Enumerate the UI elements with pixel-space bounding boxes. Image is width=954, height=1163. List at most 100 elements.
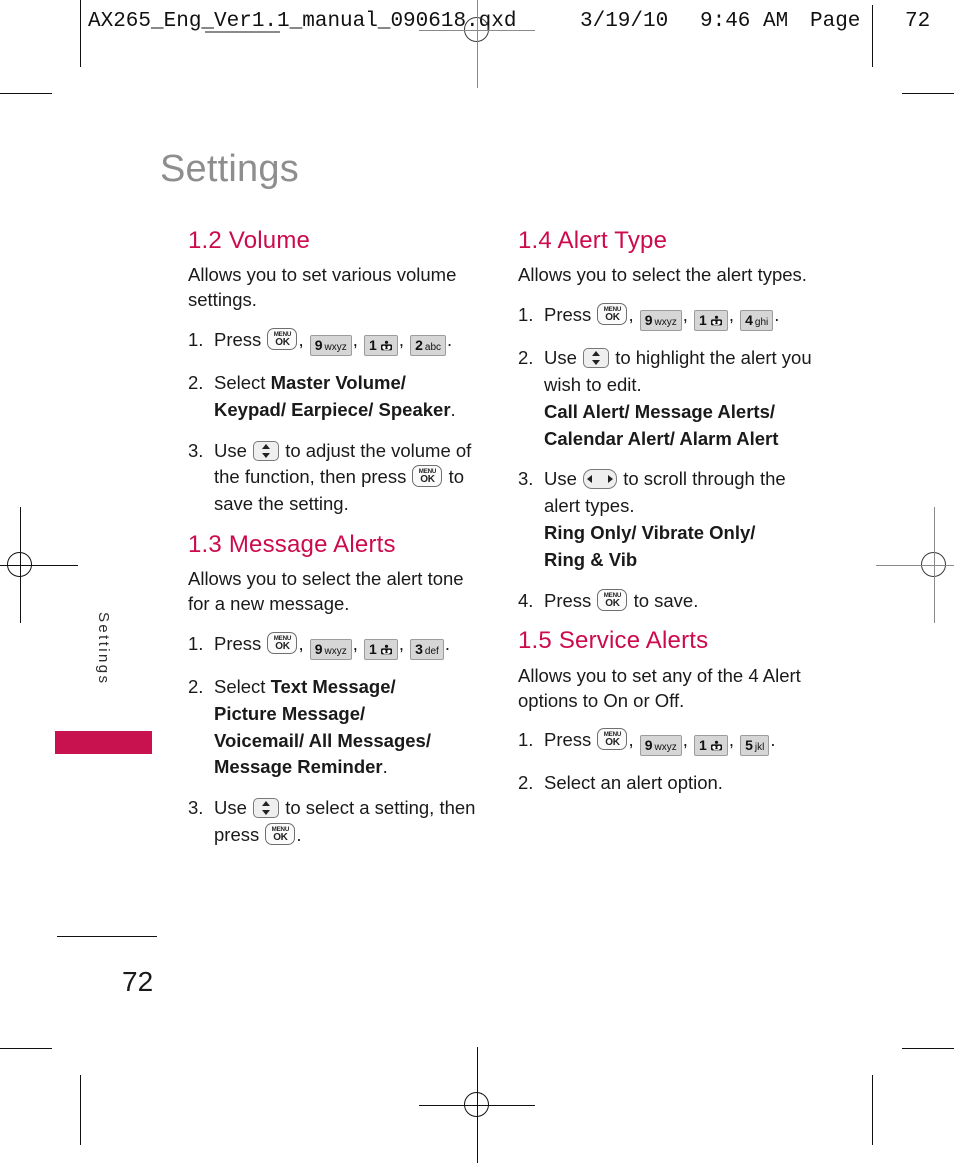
step-number: 3. xyxy=(188,439,204,461)
key-digit: 3 xyxy=(415,640,423,657)
comma: , xyxy=(398,328,404,350)
step-item: 3. Use to adjust the volume of the funct… xyxy=(188,438,488,518)
option-value: Voicemail/ All Messages/ xyxy=(214,729,431,751)
section-1-4-intro: Allows you to select the alert types. xyxy=(518,264,807,286)
menu-ok-key-icon: MENU OK xyxy=(597,588,628,611)
footer-rule xyxy=(57,936,157,938)
step-text: Use xyxy=(214,797,247,819)
step-item: 3. Use to select a setting, then press M… xyxy=(188,795,488,849)
option-value: Call Alert/ Message Alerts/ xyxy=(544,400,775,422)
menu-ok-key-bottom-label: OK xyxy=(605,737,620,749)
step-number: 2. xyxy=(518,347,534,369)
page-title: Settings xyxy=(160,148,299,190)
step-item: 2. Select Master Volume/ Keypad/ Earpiec… xyxy=(188,370,488,424)
keypad-key-5-icon: 5 jkl xyxy=(740,735,770,757)
key-letters: jkl xyxy=(754,742,765,754)
section-1-5-intro: Allows you to set any of the 4 Alert opt… xyxy=(518,664,801,711)
section-heading-1-3: 1.3 Message Alerts xyxy=(188,531,396,559)
keypad-key-1-voicemail-icon: 1 xyxy=(364,334,398,356)
key-digit: 9 xyxy=(314,640,323,657)
step-number: 1. xyxy=(188,328,204,350)
step-number: 2. xyxy=(188,675,204,697)
section-heading-1-5: 1.5 Service Alerts xyxy=(518,627,709,655)
step-text: to scroll through the alert types. xyxy=(544,468,786,517)
up-down-navigation-key-icon xyxy=(253,440,280,461)
key-digit: 1 xyxy=(369,336,377,353)
left-right-navigation-key-icon xyxy=(583,469,618,490)
step-number: 4. xyxy=(518,589,534,611)
step-item: 2. Use to highlight the alert you wish t… xyxy=(518,345,818,452)
keypad-key-2-icon: 2 abc xyxy=(410,334,447,356)
step-number: 2. xyxy=(518,772,534,794)
voicemail-glyph-icon xyxy=(380,337,393,351)
step-number: 1. xyxy=(518,304,534,326)
step-text: Press xyxy=(544,729,592,751)
up-down-navigation-key-icon xyxy=(253,798,280,819)
option-value: Ring Only/ Vibrate Only/ xyxy=(544,522,756,544)
voicemail-glyph-icon xyxy=(380,641,393,655)
menu-ok-key-bottom-label: OK xyxy=(275,336,290,348)
key-digit: 9 xyxy=(314,336,323,353)
section-1-4-steps: 1. Press MENU OK , 9 wxyz, 1, 4 ghi. 2. Us… xyxy=(518,302,818,614)
step-text: Select xyxy=(214,371,266,393)
step-text: Press xyxy=(544,589,592,611)
keypad-key-9-icon: 9 wxyz xyxy=(639,310,682,332)
menu-ok-key-icon: MENU OK xyxy=(597,303,628,326)
step-text: Press xyxy=(544,304,592,326)
key-letters: abc xyxy=(424,341,442,353)
section-heading-1-2: 1.2 Volume xyxy=(188,227,311,254)
key-digit: 1 xyxy=(699,737,707,754)
key-letters: ghi xyxy=(754,317,769,329)
left-column: 1.2 Volume Allows you to set various vol… xyxy=(188,227,488,863)
step-item: 2. Select Text Message/ Picture Message/… xyxy=(188,674,488,781)
keypad-key-1-voicemail-icon: 1 xyxy=(694,735,728,757)
option-value: Picture Message/ xyxy=(214,702,366,724)
key-digit: 9 xyxy=(644,312,653,329)
option-value: Ring & Vib xyxy=(544,548,638,570)
step-text: Press xyxy=(214,632,262,654)
period: . xyxy=(444,632,450,654)
menu-ok-key-icon: MENU OK xyxy=(597,728,628,751)
section-heading-1-4: 1.4 Alert Type xyxy=(518,227,668,254)
menu-ok-key-bottom-label: OK xyxy=(275,640,290,652)
step-number: 1. xyxy=(518,729,534,751)
key-digit: 5 xyxy=(745,737,753,754)
option-value: Calendar Alert/ Alarm Alert xyxy=(544,427,779,449)
step-number: 3. xyxy=(188,797,204,819)
side-tab-bar xyxy=(55,731,152,754)
step-number: 2. xyxy=(188,371,204,393)
option-value: Message Reminder xyxy=(214,756,383,778)
key-digit: 1 xyxy=(369,640,377,657)
right-column: 1.4 Alert Type Allows you to select the … xyxy=(518,227,818,811)
key-letters: def xyxy=(424,645,439,657)
section-1-2-intro: Allows you to set various volume setting… xyxy=(188,264,457,311)
up-down-navigation-key-icon xyxy=(583,348,610,369)
key-letters: wxyz xyxy=(654,742,677,754)
step-text: Use xyxy=(214,439,247,461)
key-letters: wxyz xyxy=(324,645,347,657)
step-item: 1. Press MENU OK , 9 wxyz, 1, 3 def. xyxy=(188,631,488,660)
period: . xyxy=(296,824,302,846)
step-item: 3. Use to scroll through the alert types… xyxy=(518,466,818,573)
period: . xyxy=(770,729,776,751)
section-1-3-steps: 1. Press MENU OK , 9 wxyz, 1, 3 def. 2. Se… xyxy=(188,631,488,849)
key-letters: wxyz xyxy=(654,317,677,329)
keypad-key-1-voicemail-icon: 1 xyxy=(694,310,728,332)
step-number: 3. xyxy=(518,468,534,490)
option-value: Keypad/ Earpiece/ Speaker xyxy=(214,398,451,420)
menu-ok-key-icon: MENU OK xyxy=(267,327,298,350)
keypad-key-3-icon: 3 def xyxy=(410,638,444,660)
menu-ok-key-icon: MENU OK xyxy=(265,823,296,846)
step-number: 1. xyxy=(188,632,204,654)
step-item: 2. Select an alert option. xyxy=(518,770,818,797)
step-item: 1. Press MENU OK , 9 wxyz, 1, 4 ghi. xyxy=(518,302,818,332)
step-item: 1. Press MENU OK , 9 wxyz, 1, 2 abc. xyxy=(188,327,488,356)
section-1-5-steps: 1. Press MENU OK , 9 wxyz, 1, 5 jkl. 2. Se… xyxy=(518,727,818,797)
key-digit: 4 xyxy=(745,312,753,329)
menu-ok-key-icon: MENU OK xyxy=(412,465,443,488)
menu-ok-key-bottom-label: OK xyxy=(420,474,435,486)
comma: , xyxy=(352,328,358,350)
step-text: Select an alert option. xyxy=(544,772,723,794)
step-text: Press xyxy=(214,328,262,350)
period: . xyxy=(450,398,456,420)
